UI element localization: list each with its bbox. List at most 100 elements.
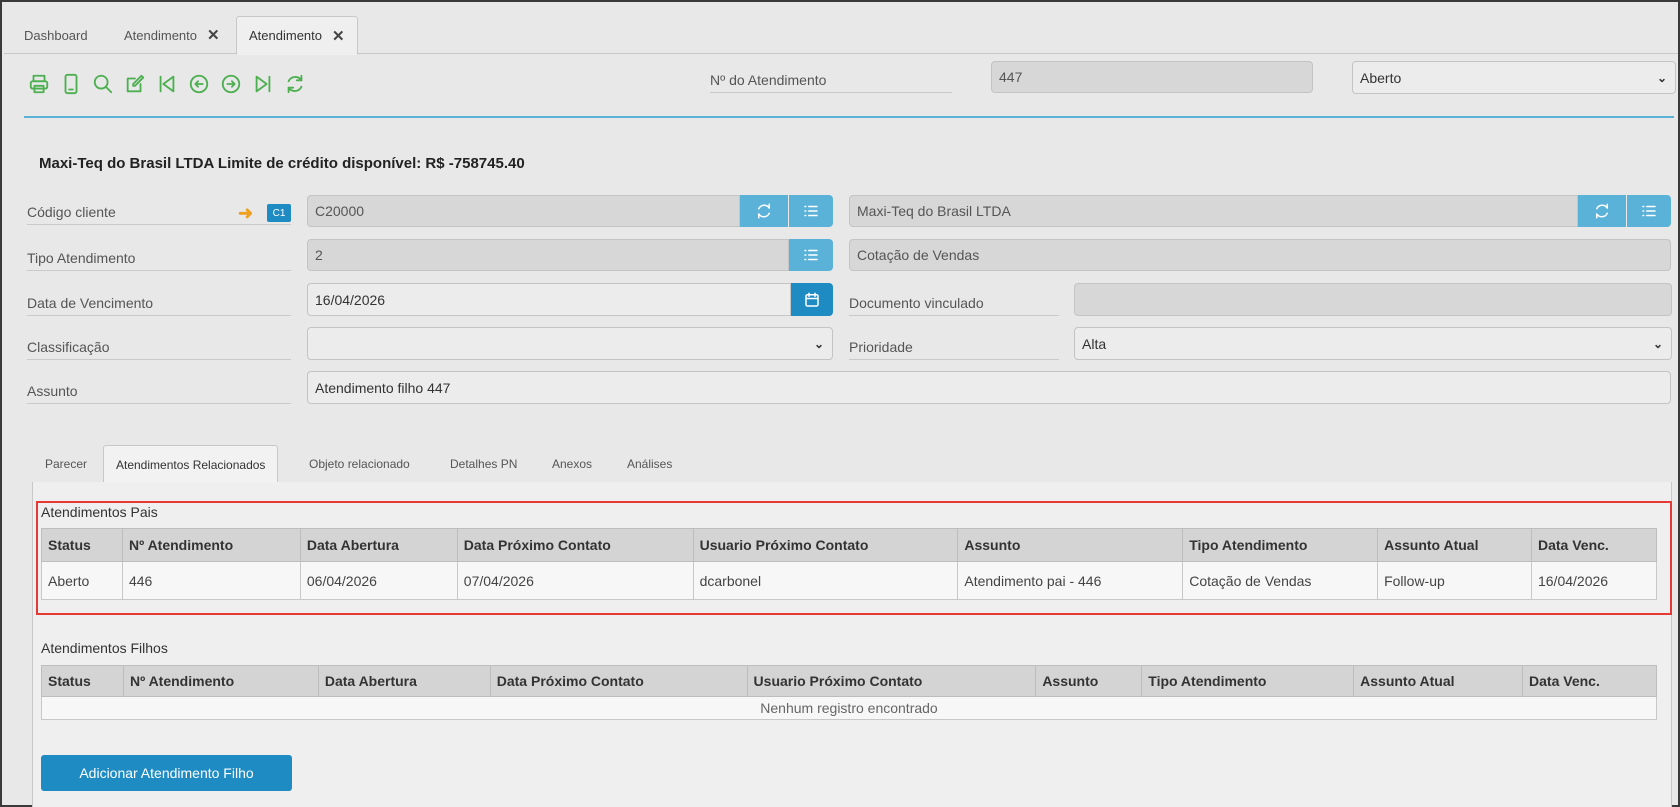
previous-icon[interactable]	[186, 70, 212, 98]
column-header[interactable]: Tipo Atendimento	[1141, 665, 1355, 697]
column-header[interactable]: Usuario Próximo Contato	[692, 528, 959, 562]
column-header[interactable]: Status	[41, 528, 123, 562]
tab-atendimento-1[interactable]: Atendimento ✕	[112, 16, 232, 54]
tab-label: Anexos	[552, 457, 593, 471]
table-cell: 07/04/2026	[456, 561, 694, 600]
add-child-button[interactable]: Adicionar Atendimento Filho	[41, 755, 292, 791]
mobile-icon[interactable]	[58, 70, 84, 98]
tab-label: Parecer	[45, 457, 88, 471]
column-header[interactable]: Nº Atendimento	[122, 665, 319, 697]
filhos-title: Atendimentos Filhos	[41, 640, 168, 656]
numero-atendimento-label: Nº do Atendimento	[710, 72, 952, 93]
column-header[interactable]: Tipo Atendimento	[1182, 528, 1379, 562]
pais-title: Atendimentos Pais	[41, 504, 158, 520]
classificacao-select[interactable]: ⌄	[307, 327, 833, 360]
cliente-nome-value: Maxi-Teq do Brasil LTDA	[857, 203, 1011, 219]
list-icon[interactable]	[789, 195, 833, 227]
detail-tabs: Parecer Atendimentos Relacionados Objeto…	[32, 445, 1672, 484]
numero-atendimento-field: 447	[991, 61, 1313, 93]
column-header[interactable]: Data Venc.	[1522, 665, 1657, 697]
tab-label: Atendimentos Relacionados	[116, 457, 266, 472]
tab-atendimento-2[interactable]: Atendimento ✕	[236, 16, 358, 55]
column-header[interactable]: Data Próximo Contato	[456, 528, 694, 562]
document-tabs: Dashboard Atendimento ✕ Atendimento ✕	[4, 16, 1678, 55]
column-header[interactable]: Data Venc.	[1530, 528, 1658, 562]
tab-anexos[interactable]: Anexos	[540, 445, 604, 483]
documento-vinculado-field	[1074, 283, 1672, 316]
table-cell: dcarbonel	[692, 561, 959, 600]
table-header-row: Status Nº Atendimento Data Abertura Data…	[41, 665, 1657, 697]
codigo-cliente-value: C20000	[315, 203, 365, 219]
table-cell: 06/04/2026	[299, 561, 458, 600]
cliente-nome-field[interactable]: Maxi-Teq do Brasil LTDA	[849, 195, 1578, 227]
empty-message: Nenhum registro encontrado	[41, 696, 1657, 720]
table-cell: Cotação de Vendas	[1182, 561, 1379, 600]
list-icon[interactable]	[1627, 195, 1671, 227]
table-row[interactable]: Aberto 446 06/04/2026 07/04/2026 dcarbon…	[41, 561, 1658, 600]
tipo-descricao-value: Cotação de Vendas	[857, 247, 980, 263]
pais-table: Status Nº Atendimento Data Abertura Data…	[41, 528, 1658, 600]
tab-label: Objeto relacionado	[309, 457, 410, 471]
tab-detalhes-pn[interactable]: Detalhes PN	[438, 445, 529, 483]
tipo-atendimento-field[interactable]: 2	[307, 239, 789, 271]
refresh-icon[interactable]	[1578, 195, 1626, 227]
last-icon[interactable]	[250, 70, 276, 98]
edit-icon[interactable]	[122, 70, 148, 98]
first-icon[interactable]	[154, 70, 180, 98]
chevron-down-icon: ⌄	[1652, 336, 1663, 351]
tab-analises[interactable]: Análises	[615, 445, 684, 483]
column-header[interactable]: Assunto Atual	[1377, 528, 1532, 562]
assunto-field[interactable]: Atendimento filho 447	[307, 371, 1671, 404]
codigo-cliente-field[interactable]: C20000	[307, 195, 740, 227]
tab-objeto-relacionado[interactable]: Objeto relacionado	[297, 445, 422, 483]
chevron-down-icon: ⌄	[813, 336, 824, 351]
tab-parecer[interactable]: Parecer	[33, 445, 99, 483]
table-cell: 446	[121, 561, 301, 600]
close-icon[interactable]: ✕	[207, 26, 220, 44]
header-divider	[24, 116, 1674, 118]
tab-label: Dashboard	[24, 27, 88, 43]
table-cell: Atendimento pai - 446	[957, 561, 1184, 600]
tipo-atendimento-label: Tipo Atendimento	[27, 250, 291, 271]
column-header[interactable]: Data Abertura	[317, 665, 491, 697]
table-header-row: Status Nº Atendimento Data Abertura Data…	[41, 528, 1658, 562]
column-header[interactable]: Assunto	[1035, 665, 1143, 697]
search-icon[interactable]	[90, 70, 116, 98]
tab-label: Atendimento	[124, 27, 197, 43]
column-header[interactable]: Nº Atendimento	[121, 528, 301, 562]
tab-atendimentos-relacionados[interactable]: Atendimentos Relacionados	[103, 445, 279, 484]
next-icon[interactable]	[218, 70, 244, 98]
list-icon[interactable]	[789, 239, 833, 271]
data-vencimento-field[interactable]: 16/04/2026	[307, 283, 791, 316]
column-header[interactable]: Usuario Próximo Contato	[746, 665, 1037, 697]
refresh-icon[interactable]	[740, 195, 788, 227]
filhos-table: Status Nº Atendimento Data Abertura Data…	[41, 665, 1657, 720]
tab-label: Análises	[627, 457, 673, 471]
toolbar	[26, 70, 308, 98]
data-vencimento-label: Data de Vencimento	[27, 295, 291, 316]
prioridade-select[interactable]: Alta ⌄	[1074, 327, 1672, 360]
assunto-label: Assunto	[27, 383, 291, 404]
close-icon[interactable]: ✕	[332, 27, 345, 45]
client-badge[interactable]: C1	[267, 204, 291, 222]
refresh-icon[interactable]	[282, 70, 308, 98]
column-header[interactable]: Assunto	[957, 528, 1184, 562]
documento-vinculado-label: Documento vinculado	[849, 295, 1059, 316]
column-header[interactable]: Data Próximo Contato	[489, 665, 748, 697]
column-header[interactable]: Assunto Atual	[1353, 665, 1524, 697]
numero-atendimento-value: 447	[999, 69, 1023, 85]
column-header[interactable]: Status	[41, 665, 124, 697]
arrow-right-icon[interactable]: ➜	[238, 203, 253, 224]
status-select[interactable]: Aberto ⌄	[1352, 61, 1676, 94]
tipo-atendimento-value: 2	[315, 247, 323, 263]
status-value: Aberto	[1360, 69, 1402, 86]
prioridade-value: Alta	[1082, 335, 1107, 352]
app-window: Dashboard Atendimento ✕ Atendimento ✕ Nº…	[0, 0, 1680, 807]
column-header[interactable]: Data Abertura	[299, 528, 458, 562]
classificacao-label: Classificação	[27, 339, 291, 360]
chevron-down-icon: ⌄	[1656, 70, 1667, 85]
tab-dashboard[interactable]: Dashboard	[12, 16, 100, 54]
print-icon[interactable]	[26, 70, 52, 98]
tab-label: Atendimento	[249, 28, 322, 43]
calendar-icon[interactable]	[791, 283, 833, 316]
